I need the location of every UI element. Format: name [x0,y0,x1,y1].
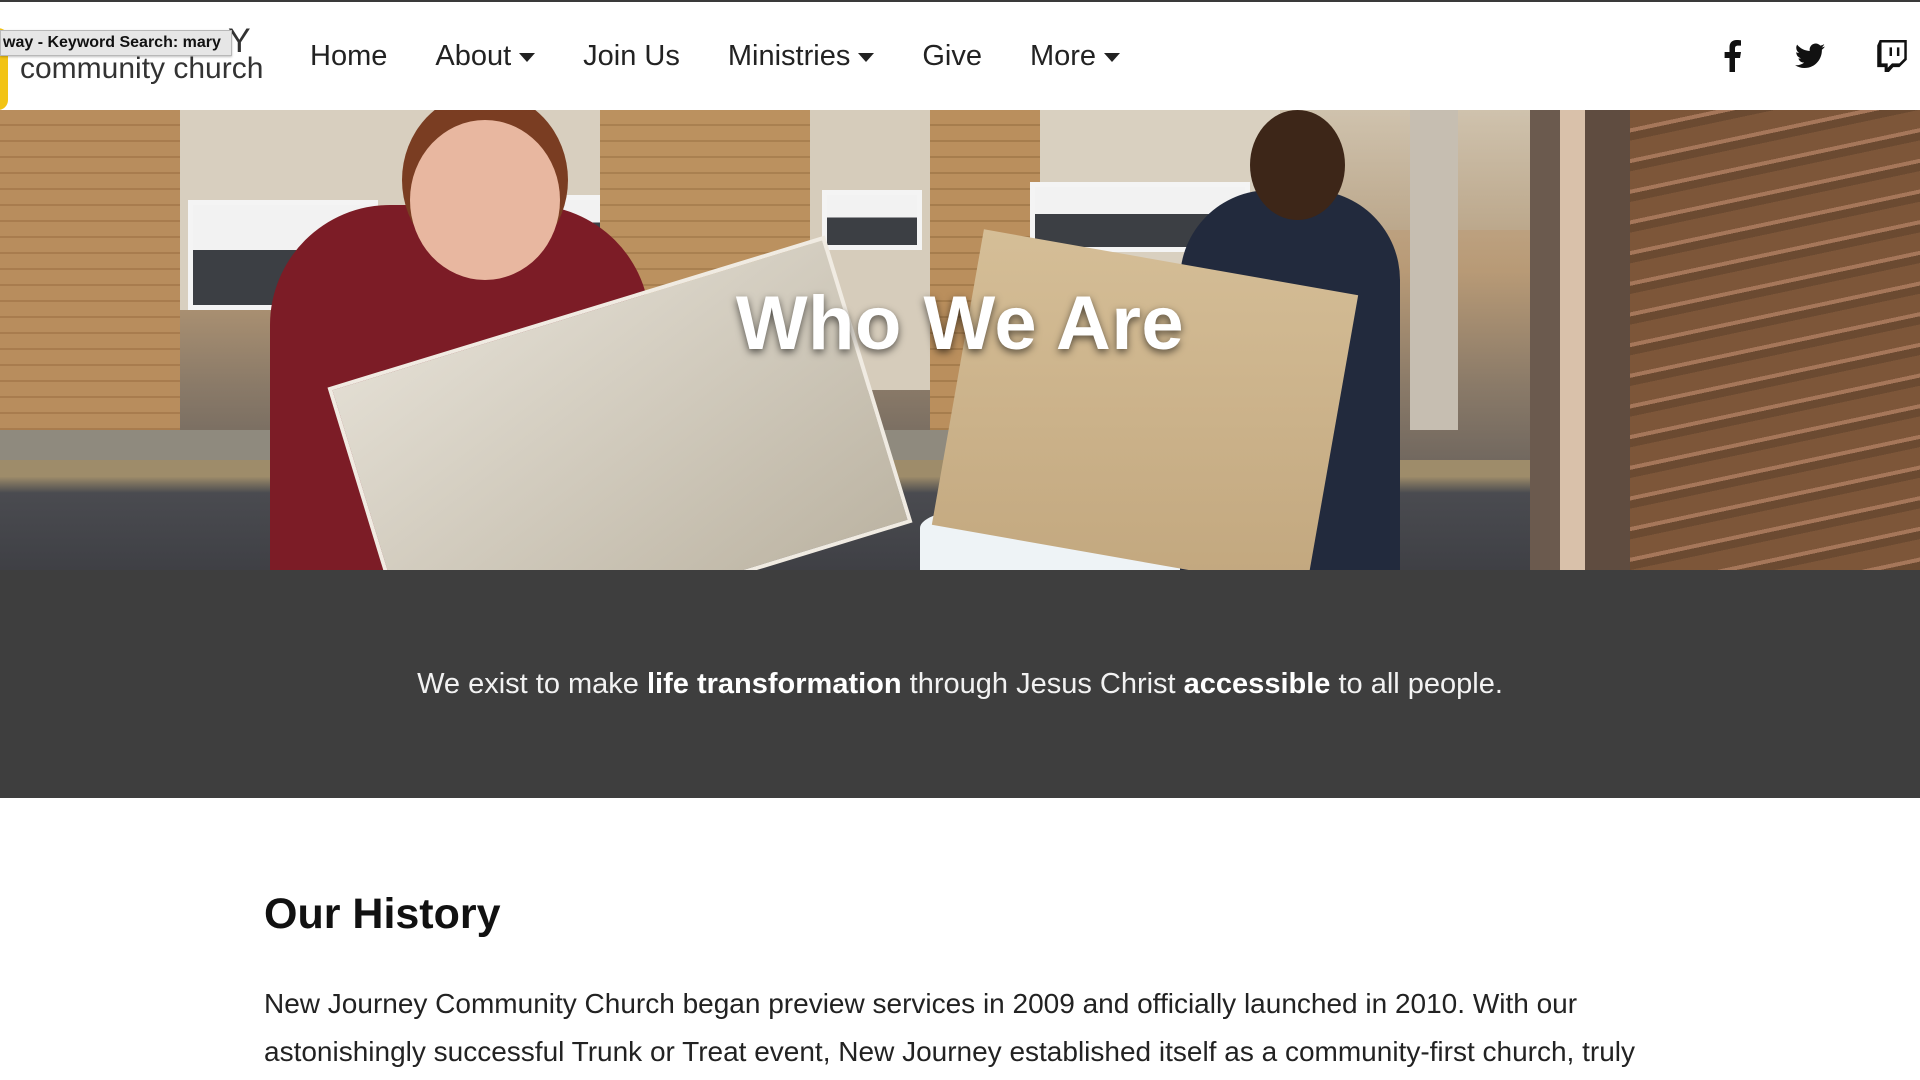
hero-person-right-head [1250,110,1345,220]
nav-item-give[interactable]: Give [922,40,982,73]
nav-item-home[interactable]: Home [310,40,387,73]
logo-text: community church [20,52,264,85]
facebook-icon [1724,40,1741,72]
hero-title: Who We Are [735,281,1185,366]
nav-item-label: Ministries [727,39,851,72]
mission-text-part: through Jesus Christ [901,667,1184,700]
nav-item-label: Give [922,39,982,72]
caret-down-icon [519,52,536,62]
nav-item-label: Join Us [583,39,680,72]
mission-band: We exist to make life transformation thr… [0,570,1920,798]
hero-post [1410,110,1458,430]
twitch-icon [1877,40,1907,72]
nav-item-about[interactable]: About [435,39,536,73]
keyword-search-tooltip: way - Keyword Search: mary [0,30,232,56]
caret-down-icon [1104,52,1121,62]
nav-item-label: About [435,39,512,72]
mission-emphasis: life transformation [647,667,902,700]
caret-down-icon [858,52,875,62]
history-line: New Journey Community Church began previ… [264,988,1578,1019]
nav-item-label: Home [310,39,388,72]
nav-item-ministries[interactable]: Ministries [727,39,875,73]
hero-banner: Who We Are [0,110,1920,570]
history-line: astonishingly successful Trunk or Treat … [264,1036,1636,1067]
twitch-link[interactable] [1870,2,1914,110]
nav-item-join-us[interactable]: Join Us [583,40,680,73]
hero-person-left-head [410,120,560,280]
mission-statement: We exist to make life transformation thr… [417,668,1503,701]
twitter-icon [1795,43,1825,68]
facebook-link[interactable] [1712,2,1752,110]
nav-item-label: More [1029,39,1097,72]
main-nav: Home About Join Us Ministries Give More [310,2,1168,110]
twitter-link[interactable] [1788,2,1832,110]
mission-emphasis: accessible [1183,667,1331,700]
mission-text-part: We exist to make [417,667,647,700]
mission-text-part: to all people. [1330,667,1503,700]
history-heading: Our History [264,890,501,938]
hero-window [822,190,922,250]
hero-brick-wall [0,110,180,430]
nav-item-more[interactable]: More [1029,39,1121,73]
history-paragraph: New Journey Community Church began previ… [264,980,1704,1076]
site-header: Y community church way - Keyword Search:… [0,2,1920,110]
